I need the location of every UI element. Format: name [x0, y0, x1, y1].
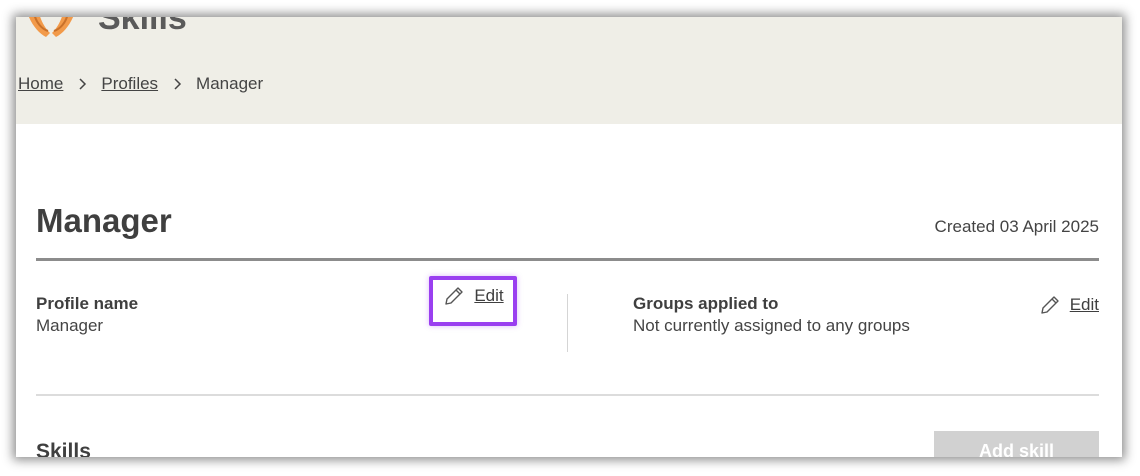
- profile-name-field: Profile name Manager: [36, 294, 138, 336]
- chevron-right-icon: [79, 78, 87, 90]
- breadcrumb-current: Manager: [196, 74, 264, 93]
- breadcrumb: Home Profiles Manager: [18, 74, 263, 94]
- edit-label: Edit: [474, 286, 504, 305]
- edit-profile-name-button[interactable]: Edit: [429, 276, 517, 326]
- add-skill-button[interactable]: Add skill: [934, 431, 1099, 457]
- created-date: Created 03 April 2025: [934, 217, 1099, 236]
- field-divider: [567, 294, 568, 352]
- section-divider: [36, 394, 1099, 396]
- edit-label: Edit: [1069, 295, 1099, 314]
- pencil-icon: [445, 287, 464, 305]
- groups-value: Not currently assigned to any groups: [633, 316, 910, 335]
- breadcrumb-home[interactable]: Home: [18, 74, 63, 94]
- app-title: Skills: [98, 17, 187, 37]
- groups-label: Groups applied to: [633, 294, 779, 313]
- title-divider: [36, 258, 1099, 261]
- page-header: Skills Home Profiles Manager: [16, 17, 1122, 124]
- page-title: Manager: [36, 202, 172, 239]
- groups-field: Groups applied to Not currently assigned…: [633, 294, 910, 336]
- breadcrumb-profiles[interactable]: Profiles: [101, 74, 158, 94]
- hands-logo-icon: [28, 17, 74, 37]
- app-window: Skills Home Profiles Manager Manager Cre…: [16, 17, 1122, 457]
- pencil-icon: [1041, 296, 1059, 314]
- chevron-right-icon: [174, 78, 182, 90]
- profile-name-label: Profile name: [36, 294, 139, 313]
- profile-name-value: Manager: [36, 316, 104, 335]
- edit-groups-button[interactable]: Edit: [1038, 293, 1099, 317]
- skills-section-title: Skills: [36, 440, 91, 457]
